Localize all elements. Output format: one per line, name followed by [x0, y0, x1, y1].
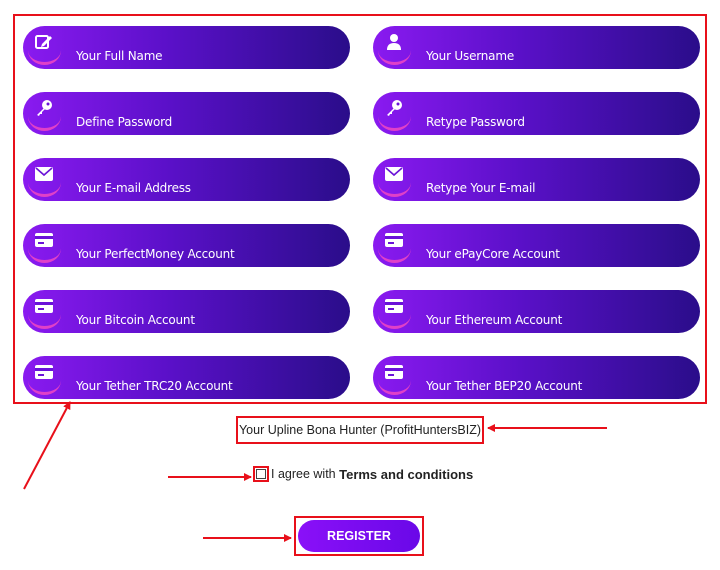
username-placeholder: Your Username — [426, 49, 515, 63]
terms-checkbox-highlight — [253, 466, 269, 482]
perfectmoney-placeholder: Your PerfectMoney Account — [76, 247, 235, 261]
register-button[interactable]: REGISTER — [298, 520, 420, 552]
bitcoin-placeholder: Your Bitcoin Account — [76, 313, 195, 327]
terms-checkbox[interactable] — [256, 469, 266, 479]
epaycore-placeholder: Your ePayCore Account — [426, 247, 560, 261]
envelope-icon — [33, 163, 55, 185]
arrow-to-form — [23, 401, 71, 490]
tether-trc20-placeholder: Your Tether TRC20 Account — [76, 379, 233, 393]
tether-bep20-placeholder: Your Tether BEP20 Account — [426, 379, 583, 393]
card-icon — [383, 295, 405, 317]
card-icon — [33, 229, 55, 251]
retype-email-placeholder: Retype Your E-mail — [426, 181, 536, 195]
epaycore-field[interactable]: Your ePayCore Account — [373, 224, 700, 267]
password-field[interactable]: Define Password — [23, 92, 350, 135]
key-icon — [383, 97, 405, 119]
ethereum-field[interactable]: Your Ethereum Account — [373, 290, 700, 333]
card-icon — [33, 295, 55, 317]
ethereum-placeholder: Your Ethereum Account — [426, 313, 563, 327]
password-placeholder: Define Password — [76, 115, 173, 129]
card-icon — [383, 361, 405, 383]
upline-info: Your Upline Bona Hunter (ProfitHuntersBI… — [236, 416, 484, 444]
envelope-icon — [383, 163, 405, 185]
retype-email-field[interactable]: Retype Your E-mail — [373, 158, 700, 201]
full-name-field[interactable]: Your Full Name — [23, 26, 350, 69]
terms-link[interactable]: Terms and conditions — [339, 467, 473, 482]
tether-trc20-field[interactable]: Your Tether TRC20 Account — [23, 356, 350, 399]
tether-bep20-field[interactable]: Your Tether BEP20 Account — [373, 356, 700, 399]
retype-password-field[interactable]: Retype Password — [373, 92, 700, 135]
bitcoin-field[interactable]: Your Bitcoin Account — [23, 290, 350, 333]
agree-prefix: I agree with — [271, 467, 336, 481]
upline-text: Your Upline Bona Hunter (ProfitHuntersBI… — [238, 423, 481, 437]
email-placeholder: Your E-mail Address — [76, 181, 191, 195]
full-name-placeholder: Your Full Name — [76, 49, 163, 63]
perfectmoney-field[interactable]: Your PerfectMoney Account — [23, 224, 350, 267]
email-field[interactable]: Your E-mail Address — [23, 158, 350, 201]
register-button-highlight: REGISTER — [294, 516, 424, 556]
retype-password-placeholder: Retype Password — [426, 115, 525, 129]
card-icon — [33, 361, 55, 383]
terms-agreement: I agree with Terms and conditions — [253, 465, 473, 483]
registration-form-highlight: Your Full Name Your Username Define Pass… — [13, 14, 707, 404]
edit-icon — [33, 31, 55, 53]
key-icon — [33, 97, 55, 119]
user-icon — [383, 31, 405, 53]
username-field[interactable]: Your Username — [373, 26, 700, 69]
card-icon — [383, 229, 405, 251]
